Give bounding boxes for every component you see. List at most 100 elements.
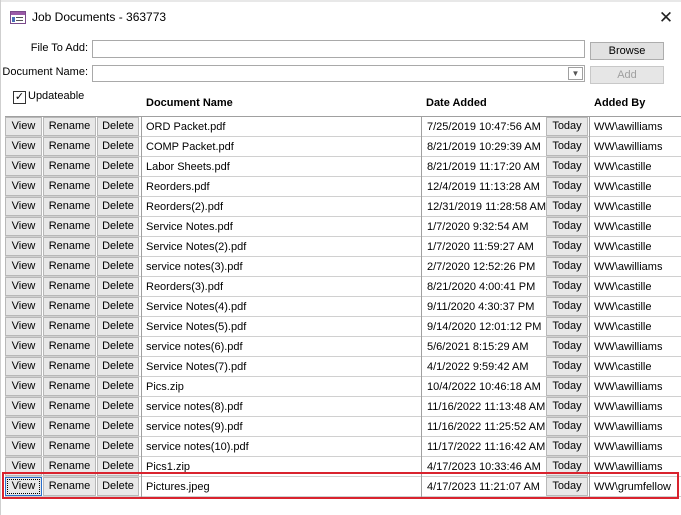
added-by-cell[interactable]: WW\awilliams bbox=[594, 438, 678, 456]
delete-button[interactable]: Delete bbox=[97, 197, 139, 216]
view-button[interactable]: View bbox=[5, 277, 42, 296]
date-added-cell[interactable]: 7/25/2019 10:47:56 AM bbox=[427, 118, 547, 136]
added-by-cell[interactable]: WW\castille bbox=[594, 298, 678, 316]
added-by-cell[interactable]: WW\awilliams bbox=[594, 118, 678, 136]
document-name-cell[interactable]: Service Notes.pdf bbox=[146, 218, 421, 236]
document-name-cell[interactable]: COMP Packet.pdf bbox=[146, 138, 421, 156]
document-name-cell[interactable]: service notes(8).pdf bbox=[146, 398, 421, 416]
document-name-combo[interactable]: ▼ bbox=[92, 65, 585, 82]
delete-button[interactable]: Delete bbox=[97, 157, 139, 176]
date-added-cell[interactable]: 5/6/2021 8:15:29 AM bbox=[427, 338, 547, 356]
file-to-add-input[interactable] bbox=[92, 40, 585, 58]
rename-button[interactable]: Rename bbox=[43, 157, 96, 176]
rename-button[interactable]: Rename bbox=[43, 317, 96, 336]
today-button[interactable]: Today bbox=[546, 277, 588, 296]
added-by-cell[interactable]: WW\castille bbox=[594, 278, 678, 296]
document-name-cell[interactable]: service notes(6).pdf bbox=[146, 338, 421, 356]
add-button[interactable]: Add bbox=[590, 66, 664, 84]
today-button[interactable]: Today bbox=[546, 357, 588, 376]
delete-button[interactable]: Delete bbox=[97, 217, 139, 236]
document-name-cell[interactable]: Reorders.pdf bbox=[146, 178, 421, 196]
rename-button[interactable]: Rename bbox=[43, 237, 96, 256]
view-button[interactable]: View bbox=[5, 157, 42, 176]
document-name-cell[interactable]: Service Notes(4).pdf bbox=[146, 298, 421, 316]
today-button[interactable]: Today bbox=[546, 317, 588, 336]
document-name-cell[interactable]: service notes(3).pdf bbox=[146, 258, 421, 276]
rename-button[interactable]: Rename bbox=[43, 337, 96, 356]
close-icon[interactable]: ✕ bbox=[652, 6, 680, 30]
document-name-cell[interactable]: Reorders(2).pdf bbox=[146, 198, 421, 216]
today-button[interactable]: Today bbox=[546, 297, 588, 316]
document-name-cell[interactable]: service notes(10).pdf bbox=[146, 438, 421, 456]
rename-button[interactable]: Rename bbox=[43, 377, 96, 396]
view-button[interactable]: View bbox=[5, 237, 42, 256]
rename-button[interactable]: Rename bbox=[43, 417, 96, 436]
view-button[interactable]: View bbox=[5, 197, 42, 216]
added-by-cell[interactable]: WW\castille bbox=[594, 158, 678, 176]
chevron-down-icon[interactable]: ▼ bbox=[568, 67, 583, 80]
browse-button[interactable]: Browse bbox=[590, 42, 664, 60]
date-added-cell[interactable]: 4/1/2022 9:59:42 AM bbox=[427, 358, 547, 376]
today-button[interactable]: Today bbox=[546, 237, 588, 256]
rename-button[interactable]: Rename bbox=[43, 357, 96, 376]
date-added-cell[interactable]: 1/7/2020 9:32:54 AM bbox=[427, 218, 547, 236]
today-button[interactable]: Today bbox=[546, 397, 588, 416]
document-name-cell[interactable]: Pics.zip bbox=[146, 378, 421, 396]
rename-button[interactable]: Rename bbox=[43, 177, 96, 196]
document-name-cell[interactable]: Labor Sheets.pdf bbox=[146, 158, 421, 176]
today-button[interactable]: Today bbox=[546, 197, 588, 216]
view-button[interactable]: View bbox=[5, 337, 42, 356]
delete-button[interactable]: Delete bbox=[97, 297, 139, 316]
date-added-cell[interactable]: 2/7/2020 12:52:26 PM bbox=[427, 258, 547, 276]
document-name-cell[interactable]: service notes(9).pdf bbox=[146, 418, 421, 436]
today-button[interactable]: Today bbox=[546, 157, 588, 176]
view-button[interactable]: View bbox=[5, 397, 42, 416]
rename-button[interactable]: Rename bbox=[43, 297, 96, 316]
view-button[interactable]: View bbox=[5, 257, 42, 276]
added-by-cell[interactable]: WW\awilliams bbox=[594, 258, 678, 276]
delete-button[interactable]: Delete bbox=[97, 237, 139, 256]
today-button[interactable]: Today bbox=[546, 417, 588, 436]
rename-button[interactable]: Rename bbox=[43, 117, 96, 136]
delete-button[interactable]: Delete bbox=[97, 397, 139, 416]
view-button[interactable]: View bbox=[5, 377, 42, 396]
today-button[interactable]: Today bbox=[546, 377, 588, 396]
delete-button[interactable]: Delete bbox=[97, 137, 139, 156]
rename-button[interactable]: Rename bbox=[43, 437, 96, 456]
today-button[interactable]: Today bbox=[546, 257, 588, 276]
rename-button[interactable]: Rename bbox=[43, 397, 96, 416]
view-button[interactable]: View bbox=[5, 117, 42, 136]
delete-button[interactable]: Delete bbox=[97, 377, 139, 396]
view-button[interactable]: View bbox=[5, 357, 42, 376]
delete-button[interactable]: Delete bbox=[97, 257, 139, 276]
date-added-cell[interactable]: 12/31/2019 11:28:58 AM bbox=[427, 198, 547, 216]
date-added-cell[interactable]: 8/21/2019 10:29:39 AM bbox=[427, 138, 547, 156]
rename-button[interactable]: Rename bbox=[43, 217, 96, 236]
rename-button[interactable]: Rename bbox=[43, 277, 96, 296]
added-by-cell[interactable]: WW\castille bbox=[594, 358, 678, 376]
delete-button[interactable]: Delete bbox=[97, 437, 139, 456]
added-by-cell[interactable]: WW\castille bbox=[594, 238, 678, 256]
today-button[interactable]: Today bbox=[546, 437, 588, 456]
date-added-cell[interactable]: 9/11/2020 4:30:37 PM bbox=[427, 298, 547, 316]
date-added-cell[interactable]: 11/16/2022 11:13:48 AM bbox=[427, 398, 547, 416]
view-button[interactable]: View bbox=[5, 437, 42, 456]
document-name-cell[interactable]: Reorders(3).pdf bbox=[146, 278, 421, 296]
delete-button[interactable]: Delete bbox=[97, 337, 139, 356]
rename-button[interactable]: Rename bbox=[43, 257, 96, 276]
delete-button[interactable]: Delete bbox=[97, 417, 139, 436]
rename-button[interactable]: Rename bbox=[43, 137, 96, 156]
view-button[interactable]: View bbox=[5, 317, 42, 336]
view-button[interactable]: View bbox=[5, 297, 42, 316]
today-button[interactable]: Today bbox=[546, 137, 588, 156]
date-added-cell[interactable]: 1/7/2020 11:59:27 AM bbox=[427, 238, 547, 256]
updateable-checkbox[interactable]: ✓ bbox=[13, 91, 26, 104]
delete-button[interactable]: Delete bbox=[97, 357, 139, 376]
today-button[interactable]: Today bbox=[546, 117, 588, 136]
rename-button[interactable]: Rename bbox=[43, 197, 96, 216]
delete-button[interactable]: Delete bbox=[97, 117, 139, 136]
date-added-cell[interactable]: 12/4/2019 11:13:28 AM bbox=[427, 178, 547, 196]
added-by-cell[interactable]: WW\castille bbox=[594, 198, 678, 216]
added-by-cell[interactable]: WW\awilliams bbox=[594, 398, 678, 416]
document-name-cell[interactable]: ORD Packet.pdf bbox=[146, 118, 421, 136]
